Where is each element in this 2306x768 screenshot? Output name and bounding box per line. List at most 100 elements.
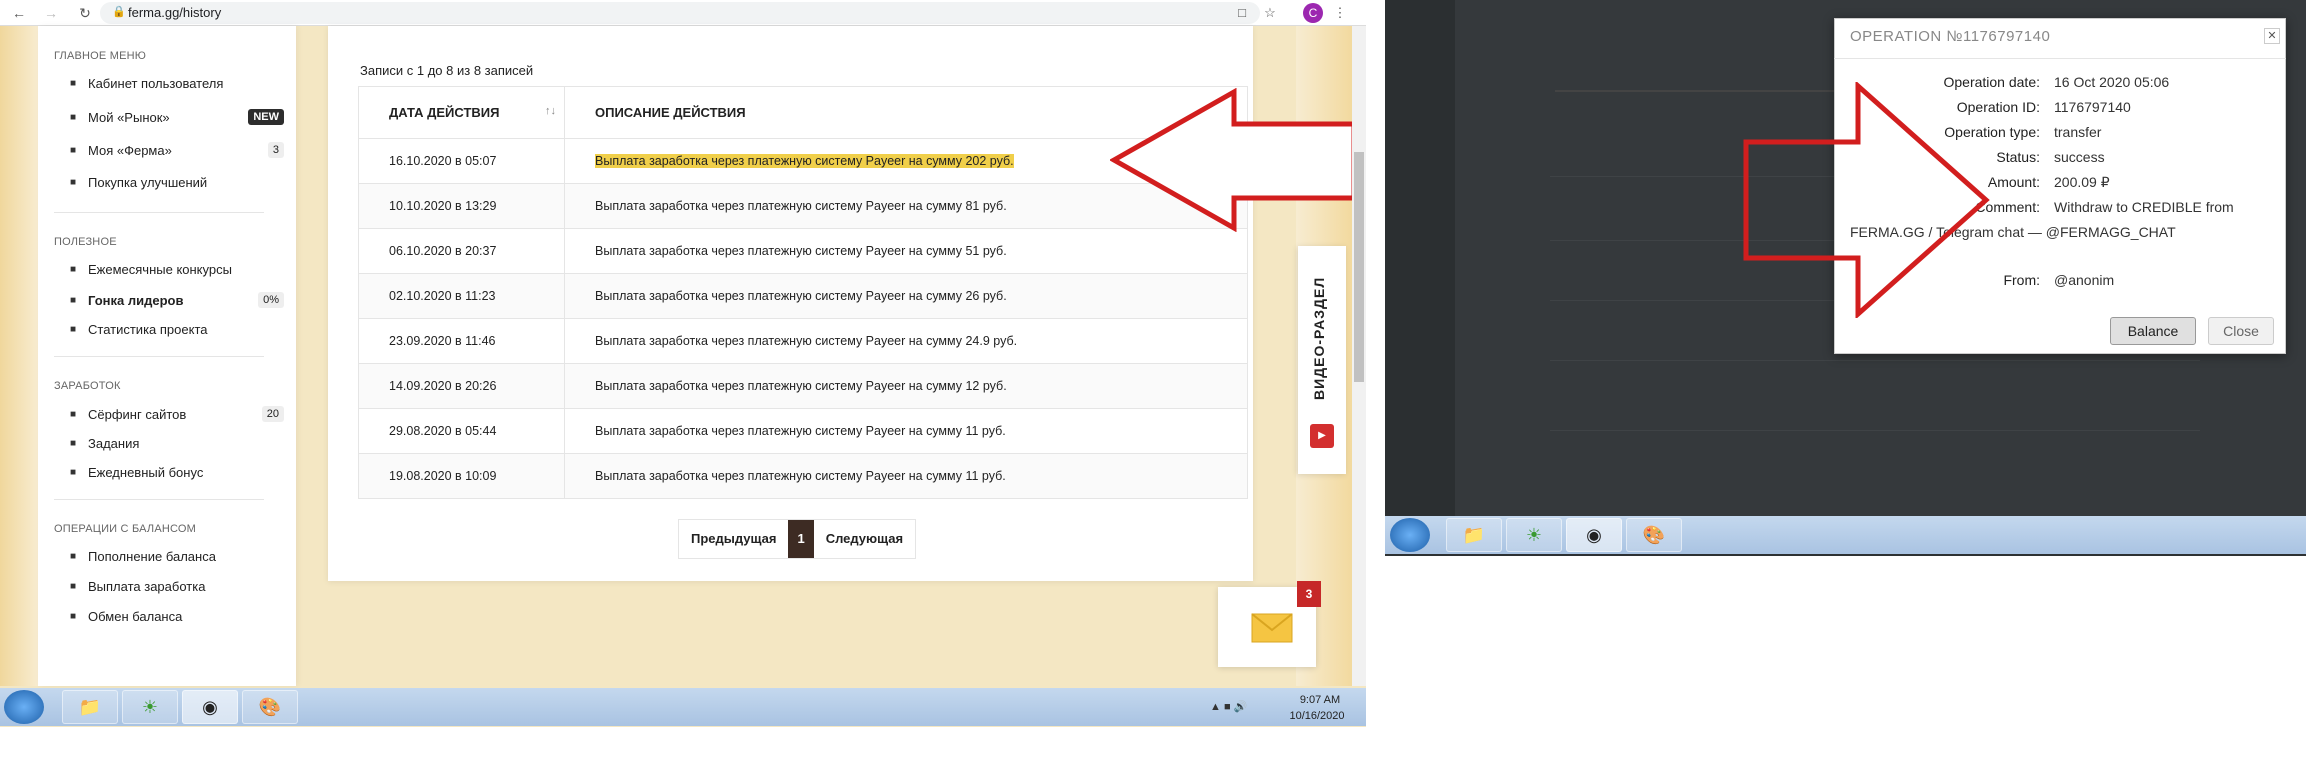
sidebar-item-label: Моя «Ферма» [88,142,172,158]
sidebar-item[interactable]: ■ Кабинет пользователя [66,76,284,91]
sidebar-badge: 0% [258,292,284,308]
wheat-background-left [0,26,38,686]
sidebar-item-label: Мой «Рынок» [88,109,170,125]
next-page-button[interactable]: Следующая [814,520,915,558]
sidebar-badge: NEW [248,109,284,125]
row-description: Выплата заработка через платежную систем… [595,154,1014,168]
field-value: Withdraw to CREDIBLE from [2054,199,2234,215]
sidebar-item[interactable]: ■ Моя «Ферма» 3 [66,142,284,158]
envelope-icon [1251,613,1293,643]
dim-row-line [1550,360,2200,361]
sidebar-item[interactable]: ■ Ежемесячные конкурсы [66,262,284,277]
sidebar-item[interactable]: ■ Задания [66,436,284,451]
paint-icon[interactable]: 🎨 [1626,518,1682,552]
sidebar-item[interactable]: ■ Статистика проекта [66,322,284,337]
lock-icon: 🔒 [112,6,126,18]
sidebar-item[interactable]: ■ Ежедневный бонус [66,465,284,480]
chrome-icon[interactable]: ◉ [182,690,238,724]
balance-button[interactable]: Balance [2110,317,2196,345]
sidebar-item-label: Выплата заработка [88,579,206,594]
sidebar-badge: 20 [261,406,284,422]
tray-icons[interactable]: ▲ ■ 🔊 [1210,700,1247,713]
sidebar-divider [54,499,264,500]
mail-count-badge: 3 [1297,581,1321,607]
menu-icon[interactable]: ⋮ [1330,3,1350,23]
row-description: Выплата заработка через платежную систем… [595,334,1018,348]
trophy-icon: ■ [69,264,77,275]
prev-page-button[interactable]: Предыдущая [679,520,788,558]
translate-icon[interactable]: □ [1232,3,1252,23]
sidebar-item[interactable]: ■ Сёрфинг сайтов 20 [66,406,284,422]
utorrent-icon[interactable]: ☀ [1506,518,1562,552]
close-icon[interactable]: ✕ [2264,28,2280,44]
modal-divider [1834,58,2286,59]
sidebar-item-label: Сёрфинг сайтов [88,406,187,422]
row-description-cell: Выплата заработка через платежную систем… [564,273,1248,319]
windows-start-icon[interactable] [4,690,44,724]
row-description: Выплата заработка через платежную систем… [595,424,1006,438]
video-section-label: ВИДЕО-РАЗДЕЛ [1311,276,1327,400]
sidebar-item[interactable]: ■ Пополнение баланса [66,549,284,564]
flag-icon: ■ [69,294,77,306]
modal-title: OPERATION №1176797140 [1850,28,2051,45]
field-value: 1176797140 [2054,99,2131,115]
utorrent-icon[interactable]: ☀ [122,690,178,724]
row-date: 19.08.2020 в 10:09 [358,453,565,499]
star-icon[interactable]: ☆ [1260,3,1280,23]
task-icon: ■ [69,438,77,449]
scrollbar-thumb[interactable] [1354,152,1364,382]
explorer-icon[interactable]: 📁 [62,690,118,724]
forward-icon[interactable]: → [42,4,60,22]
sidebar-item-label: Обмен баланса [88,609,183,624]
table-row: 23.09.2020 в 11:46 Выплата заработка чере… [358,318,1248,364]
row-description: Выплата заработка через платежную систем… [595,379,1007,393]
sidebar-item[interactable]: ■ Гонка лидеров 0% [66,292,284,308]
sort-icon[interactable]: ↑↓ [545,105,556,117]
sidebar-badge: 3 [267,142,284,158]
address-bar[interactable] [100,2,1260,24]
explorer-icon[interactable]: 📁 [1446,518,1502,552]
row-description: Выплата заработка через платежную систем… [595,289,1007,303]
sidebar-item[interactable]: ■ Выплата заработка [66,579,284,594]
url-text: ferma.gg/history [128,5,222,20]
sidebar-section-title: ПОЛЕЗНОЕ [54,236,117,248]
sidebar-section-title: ГЛАВНОЕ МЕНЮ [54,50,147,62]
reload-icon[interactable]: ↻ [76,4,94,22]
paint-icon[interactable]: 🎨 [242,690,298,724]
sidebar-item-label: Гонка лидеров [88,292,184,308]
sidebar-item-label: Ежедневный бонус [88,465,204,480]
field-value: 200.09 ₽ [2054,174,2110,190]
row-description: Выплата заработка через платежную систем… [595,244,1007,258]
dim-left-nav [1385,0,1455,516]
sidebar-item-label: Задания [88,436,140,451]
field-value: 16 Oct 2020 05:06 [2054,74,2170,90]
sidebar-item[interactable]: ■ Покупка улучшений [66,175,284,190]
globe-icon: ■ [69,408,77,420]
sidebar-divider [54,356,264,357]
sidebar-item[interactable]: ■ Обмен баланса [66,609,284,624]
windows-start-icon[interactable] [1390,518,1430,552]
row-description-cell: Выплата заработка через платежную систем… [564,408,1248,454]
column-header-date[interactable]: ДАТА ДЕЙСТВИЯ ↑↓ [358,86,565,139]
youtube-icon[interactable]: ▶ [1310,424,1334,448]
sidebar-section-title: ОПЕРАЦИИ С БАЛАНСОМ [54,523,197,535]
table-row: 14.09.2020 в 20:26 Выплата заработка чере… [358,363,1248,409]
withdraw-icon: ■ [69,581,77,592]
sidebar-item[interactable]: ■ Мой «Рынок» NEW [66,109,284,125]
chrome-icon[interactable]: ◉ [1566,518,1622,552]
table-row: 02.10.2020 в 11:23 Выплата заработка чере… [358,273,1248,319]
row-date: 10.10.2020 в 13:29 [358,183,565,229]
back-icon[interactable]: ← [10,4,28,22]
store-icon: ■ [69,111,77,123]
avatar[interactable]: C [1303,3,1323,23]
row-description: Выплата заработка через платежную систем… [595,199,1007,213]
close-button[interactable]: Close [2208,317,2274,345]
farm-icon: ■ [69,144,77,156]
clock-date: 10/16/2020 [1289,710,1345,722]
dashboard-icon: ■ [69,78,77,89]
row-date: 23.09.2020 в 11:46 [358,318,565,364]
row-date: 02.10.2020 в 11:23 [358,273,565,319]
sidebar-item-label: Ежемесячные конкурсы [88,262,232,277]
page-1-button[interactable]: 1 [788,520,814,558]
sidebar-section-title: ЗАРАБОТОК [54,380,121,392]
